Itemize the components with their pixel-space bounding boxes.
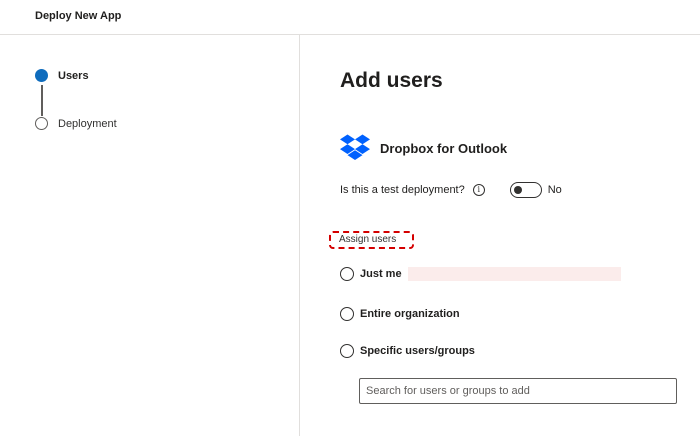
assign-users-label: Assign users: [339, 234, 397, 245]
test-deployment-label: Is this a test deployment?: [340, 184, 465, 196]
step-users[interactable]: Users: [35, 69, 89, 82]
radio-label-specific-users: Specific users/groups: [360, 345, 475, 357]
title-bar: Deploy New App: [0, 0, 700, 35]
radio-label-just-me: Just me: [360, 268, 402, 280]
step-active-indicator: [35, 69, 48, 82]
step-navigation: Users Deployment: [0, 35, 300, 436]
assign-users-highlight: Assign users: [329, 231, 414, 249]
main-panel: Add users Dropbox for Outlook Is this a …: [329, 35, 695, 436]
app-name: Dropbox for Outlook: [380, 140, 508, 156]
step-inactive-indicator: [35, 117, 48, 130]
radio-label-entire-organization: Entire organization: [360, 308, 460, 320]
redacted-user-name: [407, 267, 621, 281]
step-connector: [41, 85, 43, 116]
radio-button[interactable]: [340, 307, 354, 321]
page-title: Add users: [340, 69, 443, 92]
app-info: Dropbox for Outlook: [340, 133, 507, 163]
radio-just-me[interactable]: Just me: [340, 267, 621, 281]
step-label-deployment: Deployment: [58, 117, 117, 130]
window-title: Deploy New App: [35, 10, 122, 22]
step-label-users: Users: [58, 69, 89, 82]
test-deployment-row: Is this a test deployment? i No: [340, 182, 562, 198]
toggle-state-label: No: [547, 184, 562, 196]
radio-specific-users[interactable]: Specific users/groups: [340, 344, 475, 358]
radio-entire-organization[interactable]: Entire organization: [340, 307, 460, 321]
dropbox-icon: [340, 134, 370, 160]
toggle-knob: [513, 186, 522, 194]
info-icon[interactable]: i: [472, 184, 485, 196]
step-deployment[interactable]: Deployment: [35, 117, 117, 130]
radio-button[interactable]: [340, 267, 354, 281]
test-deployment-toggle[interactable]: [509, 182, 542, 198]
radio-button[interactable]: [340, 344, 354, 358]
search-users-input[interactable]: [359, 378, 677, 404]
